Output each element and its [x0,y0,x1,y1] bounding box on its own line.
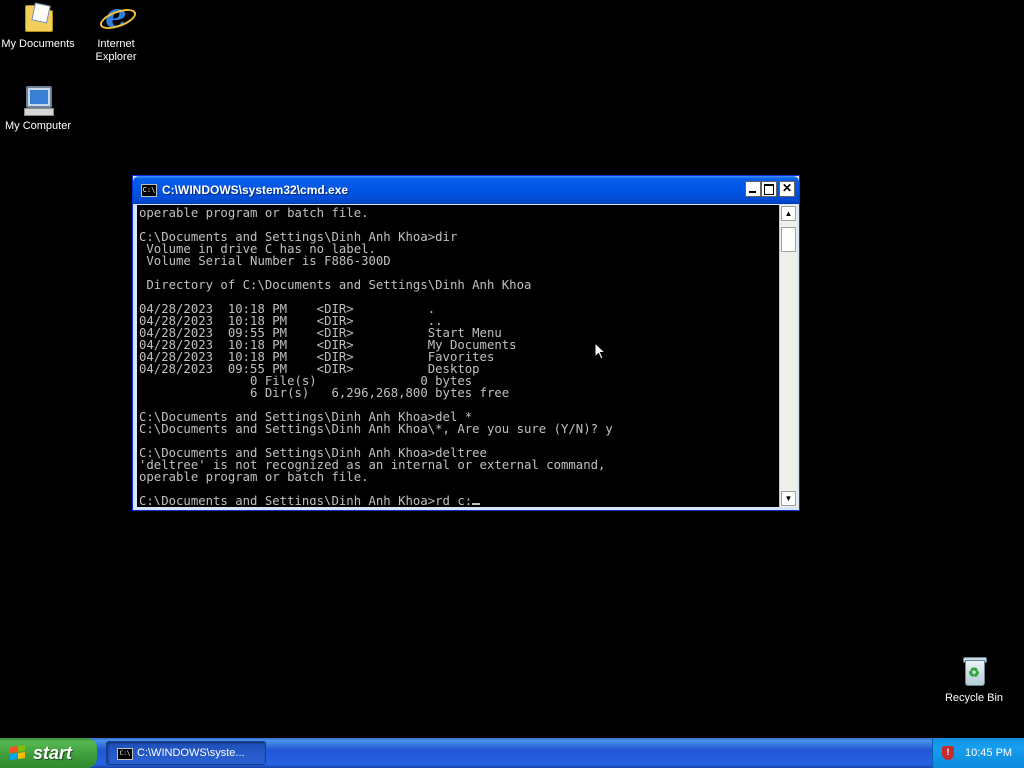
scroll-thumb[interactable] [781,227,796,252]
console-area[interactable]: operable program or batch file. C:\Docum… [137,205,797,507]
start-button[interactable]: start [0,738,97,768]
desktop-icon-internet-explorer[interactable]: e Internet Explorer [76,0,156,64]
console-line: C:\Documents and Settings\Dinh Anh Khoa>… [139,495,777,505]
desktop-icon-recycle-bin[interactable]: ♻ Recycle Bin [934,656,1014,705]
desktop-icon-my-documents[interactable]: My Documents [0,2,78,51]
security-shield-icon[interactable]: ! [942,746,954,760]
console-line: Volume Serial Number is F886-300D [139,254,391,268]
recycle-bin-icon: ♻ [958,656,990,688]
system-tray: ! 10:45 PM [932,738,1024,768]
console-line: C:\Documents and Settings\Dinh Anh Khoa\… [139,422,613,436]
window-title: C:\WINDOWS\system32\cmd.exe [162,183,349,197]
maximize-button[interactable] [761,181,777,197]
text-cursor [472,503,481,505]
scroll-down-button[interactable]: ▼ [781,491,796,506]
start-label: start [33,743,73,763]
vertical-scrollbar[interactable]: ▲ ▼ [779,205,797,507]
windows-logo-icon [10,745,26,762]
clock[interactable]: 10:45 PM [965,738,1012,768]
desktop-icon-label: My Documents [1,38,75,50]
close-icon: ✕ [781,181,793,195]
taskbar: start C:\ C:\WINDOWS\syste... ! 10:45 PM [0,738,1024,768]
cmd-window[interactable]: C:\ C:\WINDOWS\system32\cmd.exe ✕ operab… [132,175,800,511]
internet-explorer-icon: e [97,0,139,34]
my-documents-icon [22,2,54,34]
console-line: operable program or batch file. [139,207,369,220]
console-line: Directory of C:\Documents and Settings\D… [139,278,532,292]
console-line: operable program or batch file. [139,470,369,484]
minimize-button[interactable] [745,181,761,197]
console-line: 6 Dir(s) 6,296,268,800 bytes free [139,386,510,400]
taskbar-item-label: C:\WINDOWS\syste... [137,747,245,759]
desktop-icon-label: My Computer [4,120,72,132]
desktop-icon-my-computer[interactable]: My Computer [0,84,78,133]
close-button[interactable]: ✕ [779,181,795,197]
console-output[interactable]: operable program or batch file. C:\Docum… [139,207,777,505]
my-computer-icon [22,84,54,116]
desktop-icon-label: Recycle Bin [944,692,1004,704]
cmd-app-icon[interactable]: C:\ [141,184,157,197]
taskbar-item-cmd[interactable]: C:\ C:\WINDOWS\syste... [106,741,266,765]
desktop-icon-label: Internet Explorer [95,38,137,63]
scroll-up-button[interactable]: ▲ [781,206,796,221]
cmd-app-icon: C:\ [117,748,133,760]
window-titlebar[interactable]: C:\ C:\WINDOWS\system32\cmd.exe ✕ [133,176,799,204]
